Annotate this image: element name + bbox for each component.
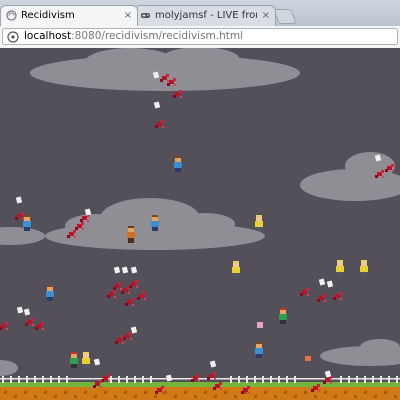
person-sprite xyxy=(82,352,90,368)
browser-toolbar: localhost:8080/recidivism/recidivism.htm… xyxy=(0,26,400,49)
small-person-sprite xyxy=(305,356,311,361)
person-sprite xyxy=(23,215,31,231)
person-sprite xyxy=(70,352,78,368)
cloud xyxy=(0,360,18,376)
person-sprite xyxy=(360,260,368,276)
tab-title: Recidivism xyxy=(21,10,75,21)
page-favicon-icon xyxy=(6,10,17,21)
person-sprite xyxy=(255,215,263,231)
person-sprite xyxy=(232,261,240,277)
cloud xyxy=(0,227,45,245)
tab-molyjamsf[interactable]: molyjamsf - LIVE from my # × xyxy=(134,5,276,26)
person-sprite xyxy=(174,156,182,172)
tab-title: molyjamsf - LIVE from my # xyxy=(155,10,257,21)
person-sprite xyxy=(127,226,135,243)
new-tab-button[interactable] xyxy=(273,9,297,24)
tab-recidivism[interactable]: Recidivism × xyxy=(0,5,138,26)
person-sprite xyxy=(279,308,287,324)
browser-tab-strip: Recidivism × molyjamsf - LIVE from my # … xyxy=(0,0,400,27)
person-sprite xyxy=(46,285,54,301)
person-sprite xyxy=(255,342,263,358)
game-scene xyxy=(0,48,400,400)
tab-close-icon[interactable]: × xyxy=(262,6,270,26)
person-sprite xyxy=(336,260,344,276)
game-canvas[interactable] xyxy=(0,48,400,400)
ground xyxy=(0,386,400,400)
url-path: :8080/recidivism/recidivism.html xyxy=(71,30,244,42)
cloud xyxy=(300,152,400,201)
tab-close-icon[interactable]: × xyxy=(124,6,132,26)
game-controller-icon xyxy=(141,13,150,18)
small-person-sprite xyxy=(257,322,263,328)
url-text: localhost:8080/recidivism/recidivism.htm… xyxy=(24,29,243,44)
cloud xyxy=(320,339,400,366)
url-host: localhost xyxy=(24,30,72,42)
address-bar[interactable]: localhost:8080/recidivism/recidivism.htm… xyxy=(2,28,398,45)
page-icon xyxy=(7,31,19,43)
person-sprite xyxy=(151,215,159,231)
cloud xyxy=(30,48,300,91)
